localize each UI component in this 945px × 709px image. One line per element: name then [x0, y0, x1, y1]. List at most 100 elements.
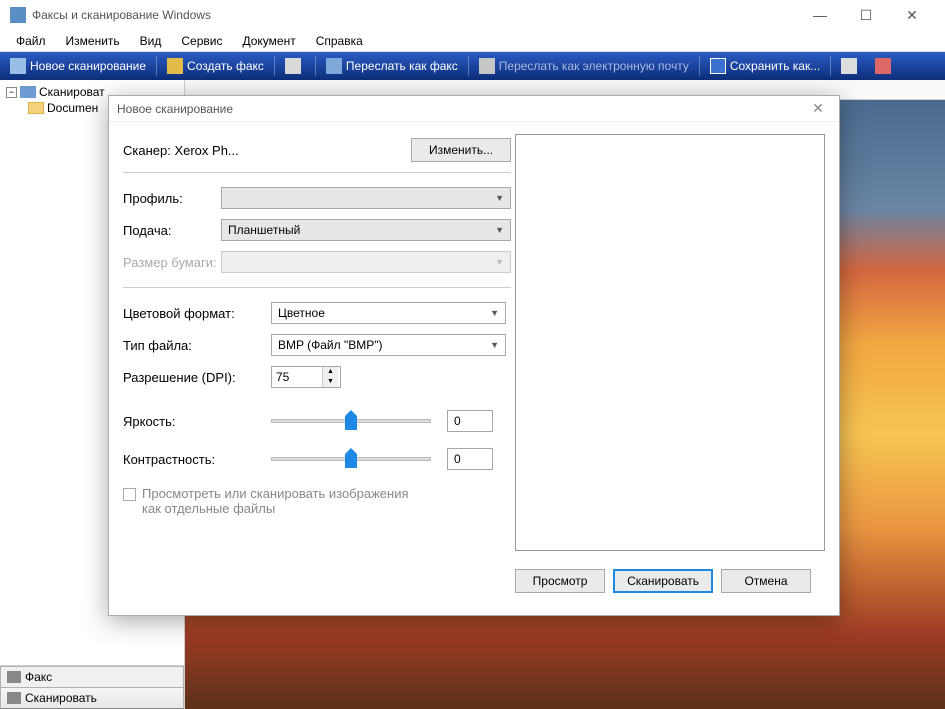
menu-help[interactable]: Справка: [306, 32, 373, 50]
tree-child-label: Documен: [47, 101, 98, 115]
scan-tab-icon: [7, 692, 21, 704]
contrast-row: Контрастность: 0: [123, 448, 511, 470]
dialog-body: Сканер: Xerox Ph... Изменить... Профиль:…: [109, 122, 839, 615]
folder-icon: [28, 102, 44, 114]
profile-row: Профиль: ▼: [123, 187, 511, 209]
toolbar-forward-email[interactable]: Переслать как электронную почту: [473, 56, 695, 76]
toolbar-new-scan[interactable]: Новое сканирование: [4, 56, 152, 76]
toolbar-print[interactable]: [835, 56, 867, 76]
dpi-label: Разрешение (DPI):: [123, 370, 271, 385]
envelope-icon: [479, 58, 495, 74]
window-title: Факсы и сканирование Windows: [32, 8, 797, 22]
toolbar-separator: [315, 56, 316, 76]
menu-view[interactable]: Вид: [130, 32, 172, 50]
print-icon: [841, 58, 857, 74]
scan-button[interactable]: Сканировать: [613, 569, 713, 593]
menu-file[interactable]: Файл: [6, 32, 56, 50]
bottom-tabs: Факс Сканировать: [0, 665, 184, 709]
dpi-row: Разрешение (DPI): ▲ ▼: [123, 366, 511, 388]
toolbar: Новое сканирование Создать факс Переслат…: [0, 52, 945, 80]
spinner-up[interactable]: ▲: [323, 367, 338, 377]
separate-files-row: Просмотреть или сканировать изображения …: [123, 486, 511, 516]
dpi-spinner[interactable]: ▲ ▼: [271, 366, 341, 388]
menu-edit[interactable]: Изменить: [56, 32, 130, 50]
forward-icon: [326, 58, 342, 74]
profile-label: Профиль:: [123, 191, 221, 206]
fax-tab-icon: [7, 671, 21, 683]
source-label: Подача:: [123, 223, 221, 238]
spinner-down[interactable]: ▼: [323, 377, 338, 387]
slider-thumb[interactable]: [345, 410, 357, 430]
tab-fax[interactable]: Факс: [0, 666, 184, 687]
spinner-buttons: ▲ ▼: [322, 367, 338, 387]
tab-scan[interactable]: Сканировать: [0, 687, 184, 709]
dialog-right-panel: Просмотр Сканировать Отмена: [511, 134, 825, 605]
preview-button[interactable]: Просмотр: [515, 569, 605, 593]
color-select[interactable]: Цветное ▼: [271, 302, 506, 324]
scanner-icon: [10, 58, 26, 74]
mail-icon: [285, 58, 301, 74]
dialog-titlebar: Новое сканирование ✕: [109, 96, 839, 122]
toolbar-forward-fax[interactable]: Переслать как факс: [320, 56, 464, 76]
chevron-down-icon: ▼: [495, 225, 504, 235]
color-label: Цветовой формат:: [123, 306, 271, 321]
dpi-input[interactable]: [272, 370, 322, 384]
change-scanner-button[interactable]: Изменить...: [411, 138, 511, 162]
contrast-value: 0: [447, 448, 493, 470]
tree-collapse-icon[interactable]: −: [6, 87, 17, 98]
filetype-row: Тип файла: BMP (Файл "BMP") ▼: [123, 334, 511, 356]
brightness-row: Яркость: 0: [123, 410, 511, 432]
settings-group: Цветовой формат: Цветное ▼ Тип файла: BM…: [123, 302, 511, 516]
toolbar-save-as[interactable]: Сохранить как...: [704, 56, 826, 76]
color-row: Цветовой формат: Цветное ▼: [123, 302, 511, 324]
menu-service[interactable]: Сервис: [171, 32, 232, 50]
scanner-label: Сканер: Xerox Ph...: [123, 143, 411, 158]
scan-preview-pane[interactable]: [515, 134, 825, 551]
chevron-down-icon: ▼: [490, 308, 499, 318]
tab-fax-label: Факс: [25, 670, 52, 684]
separator: [123, 287, 511, 288]
maximize-button[interactable]: ☐: [843, 0, 889, 30]
dialog-buttons: Просмотр Сканировать Отмена: [515, 569, 825, 605]
menubar: Файл Изменить Вид Сервис Документ Справк…: [0, 30, 945, 52]
toolbar-create-fax[interactable]: Создать факс: [161, 56, 270, 76]
filetype-select[interactable]: BMP (Файл "BMP") ▼: [271, 334, 506, 356]
source-select[interactable]: Планшетный ▼: [221, 219, 511, 241]
source-row: Подача: Планшетный ▼: [123, 219, 511, 241]
chevron-down-icon: ▼: [495, 257, 504, 267]
profile-select[interactable]: ▼: [221, 187, 511, 209]
color-value: Цветное: [278, 306, 325, 320]
minimize-button[interactable]: —: [797, 0, 843, 30]
dialog-title: Новое сканирование: [117, 102, 805, 116]
toolbar-delete[interactable]: [869, 56, 901, 76]
brightness-label: Яркость:: [123, 414, 271, 429]
fax-icon: [167, 58, 183, 74]
cancel-button[interactable]: Отмена: [721, 569, 811, 593]
paper-select: ▼: [221, 251, 511, 273]
toolbar-mail[interactable]: [279, 56, 311, 76]
dialog-close-button[interactable]: ✕: [805, 99, 831, 119]
close-button[interactable]: ✕: [889, 0, 935, 30]
toolbar-separator: [699, 56, 700, 76]
menu-document[interactable]: Документ: [232, 32, 305, 50]
app-icon: [10, 7, 26, 23]
contrast-label: Контрастность:: [123, 452, 271, 467]
slider-thumb[interactable]: [345, 448, 357, 468]
paper-row: Размер бумаги: ▼: [123, 251, 511, 273]
chevron-down-icon: ▼: [490, 340, 499, 350]
scanner-folder-icon: [20, 86, 36, 98]
source-value: Планшетный: [228, 223, 300, 237]
tree-root-label: Сканироват: [39, 85, 105, 99]
paper-label: Размер бумаги:: [123, 255, 221, 270]
filetype-label: Тип файла:: [123, 338, 271, 353]
window-buttons: — ☐ ✕: [797, 0, 935, 30]
dialog-left-panel: Сканер: Xerox Ph... Изменить... Профиль:…: [123, 134, 511, 605]
chevron-down-icon: ▼: [495, 193, 504, 203]
toolbar-separator: [274, 56, 275, 76]
delete-icon: [875, 58, 891, 74]
filetype-value: BMP (Файл "BMP"): [278, 338, 382, 352]
save-icon: [710, 58, 726, 74]
contrast-slider[interactable]: [271, 457, 431, 461]
brightness-slider[interactable]: [271, 419, 431, 423]
toolbar-separator: [830, 56, 831, 76]
